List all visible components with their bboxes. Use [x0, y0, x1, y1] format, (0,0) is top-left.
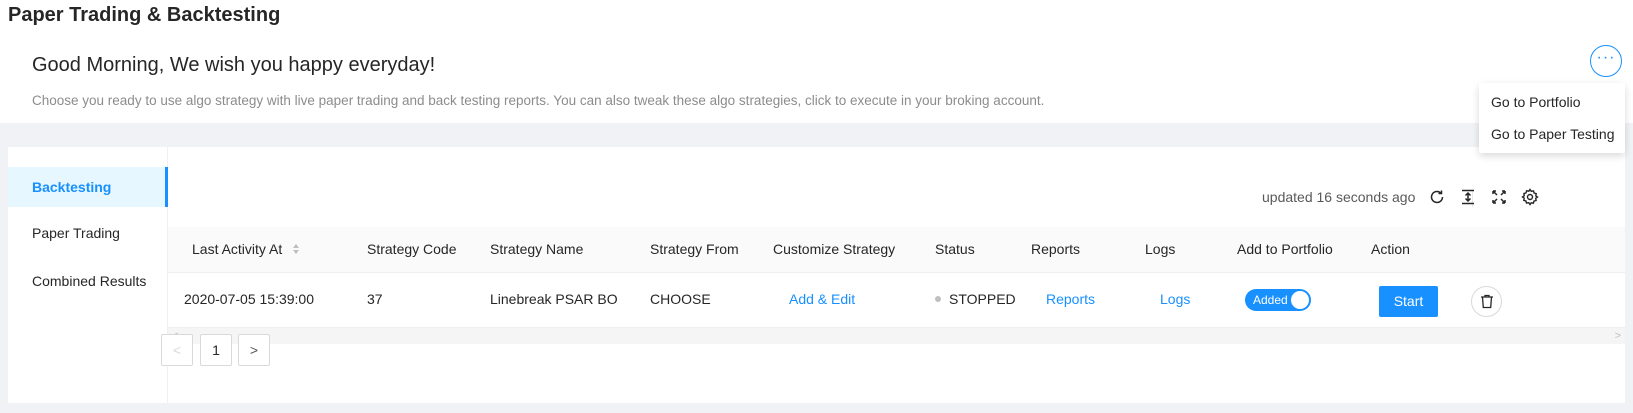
cell-strategy-from: CHOOSE — [650, 291, 711, 307]
sidebar-item-backtesting[interactable]: Backtesting — [8, 167, 168, 207]
greeting-text: Good Morning, We wish you happy everyday… — [32, 54, 436, 76]
last-updated-text: updated 16 seconds ago — [1262, 189, 1416, 205]
cell-status: STOPPED — [935, 291, 1016, 307]
column-reports: Reports — [1031, 241, 1081, 257]
more-options-dropdown: Go to Portfolio Go to Paper Testing — [1479, 83, 1625, 153]
sort-icon[interactable] — [292, 242, 300, 258]
menu-go-to-portfolio[interactable]: Go to Portfolio — [1491, 94, 1581, 110]
toggle-knob — [1291, 291, 1309, 309]
horizontal-scrollbar[interactable]: < > — [168, 328, 1625, 344]
column-action: Action — [1371, 241, 1410, 257]
column-logs: Logs — [1145, 241, 1176, 257]
add-to-portfolio-toggle[interactable]: Added — [1245, 289, 1311, 311]
delete-button[interactable] — [1471, 286, 1502, 317]
status-dot — [935, 296, 941, 303]
side-menu: Backtesting Paper Trading Combined Resul… — [8, 147, 168, 403]
more-options-button[interactable]: ··· — [1590, 45, 1622, 77]
column-status: Status — [935, 241, 975, 257]
table-row: 2020-07-05 15:39:00 37 Linebreak PSAR BO… — [168, 274, 1625, 328]
column-customize-strategy: Customize Strategy — [773, 241, 896, 257]
pagination-page-1[interactable]: 1 — [200, 334, 232, 366]
pagination-prev-button[interactable]: < — [161, 334, 193, 366]
cell-last-activity: 2020-07-05 15:39:00 — [184, 291, 314, 307]
column-add-to-portfolio: Add to Portfolio — [1237, 241, 1333, 257]
delete-icon — [1481, 294, 1493, 309]
column-strategy-code: Strategy Code — [367, 241, 457, 257]
fullscreen-icon[interactable] — [1490, 188, 1508, 206]
table-header: Last Activity At Strategy Code Strategy … — [168, 227, 1625, 273]
cell-strategy-code: 37 — [367, 291, 383, 307]
results-card: Backtesting Paper Trading Combined Resul… — [8, 147, 1625, 403]
column-strategy-from: Strategy From — [650, 241, 739, 257]
setting-icon[interactable] — [1521, 188, 1539, 206]
header-description: Choose you ready to use algo strategy wi… — [32, 93, 1045, 108]
column-height-icon[interactable] — [1459, 188, 1477, 206]
column-strategy-name: Strategy Name — [490, 241, 584, 257]
page-title: Paper Trading & Backtesting — [8, 4, 281, 26]
pagination-next-button[interactable]: > — [238, 334, 270, 366]
column-label: Last Activity At — [192, 241, 283, 257]
cell-strategy-name: Linebreak PSAR BO — [490, 291, 618, 307]
sidebar-item-paper-trading[interactable]: Paper Trading — [8, 213, 168, 253]
logs-link[interactable]: Logs — [1160, 291, 1190, 307]
start-button[interactable]: Start — [1379, 286, 1438, 317]
add-edit-link[interactable]: Add & Edit — [789, 291, 855, 307]
reload-icon[interactable] — [1428, 188, 1446, 206]
reports-link[interactable]: Reports — [1046, 291, 1095, 307]
column-last-activity[interactable]: Last Activity At — [192, 241, 300, 258]
menu-go-to-paper-testing[interactable]: Go to Paper Testing — [1491, 126, 1614, 142]
welcome-header: Good Morning, We wish you happy everyday… — [0, 40, 1633, 123]
scroll-right-arrow[interactable]: > — [1615, 330, 1621, 342]
status-text: STOPPED — [949, 291, 1016, 307]
sidebar-item-combined-results[interactable]: Combined Results — [8, 261, 168, 301]
toggle-label: Added — [1253, 293, 1288, 307]
